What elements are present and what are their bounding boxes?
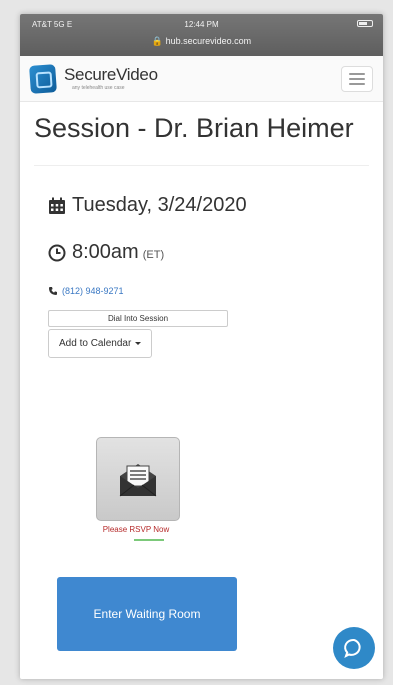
chat-icon [344,638,361,658]
battery-icon [357,20,373,27]
time-text: 8:00am [72,241,139,263]
rsvp-block: Please RSVP Now [76,437,180,541]
menu-button[interactable] [341,66,373,92]
envelope-icon [119,464,157,497]
brand-name[interactable]: SecureVideo [64,65,158,85]
navbar: SecureVideo any telehealth use case [20,56,383,102]
rsvp-label[interactable]: Please RSVP Now [86,525,186,534]
main-content: Session - Dr. Brian Heimer Tuesday, 3/24… [20,112,383,358]
page-title: Session - Dr. Brian Heimer [34,112,369,166]
session-date: Tuesday, 3/24/2020 [48,194,369,217]
caret-down-icon [135,342,142,345]
lock-icon: 🔒 [151,36,164,46]
clock-icon [48,244,66,261]
phone-number-row: (812) 948-9271 [48,286,369,296]
chat-button[interactable] [333,627,375,669]
phone-link[interactable]: (812) 948-9271 [62,286,124,296]
calendar-icon [49,197,65,214]
session-time: 8:00am (ET) [48,241,369,264]
add-to-calendar-button[interactable]: Add to Calendar [48,329,153,358]
status-bar: AT&T 5G E 12:44 PM 🔒 hub.securevideo.com [20,14,383,56]
menu-icon [349,73,365,75]
url-text: hub.securevideo.com [165,36,252,46]
dial-into-session-button[interactable]: Dial Into Session [48,310,228,327]
enter-waiting-room-button[interactable]: Enter Waiting Room [57,577,237,651]
clock-label: 12:44 PM [184,20,219,29]
phone-screen: AT&T 5G E 12:44 PM 🔒 hub.securevideo.com… [20,14,383,679]
phone-icon [49,287,57,295]
date-text: Tuesday, 3/24/2020 [72,194,247,216]
brand-tagline: any telehealth use case [72,85,125,91]
timezone-text: (ET) [142,248,165,261]
add-to-calendar-label: Add to Calendar [59,338,132,349]
address-bar[interactable]: 🔒 hub.securevideo.com [20,36,383,47]
logo-icon[interactable] [29,64,57,94]
rsvp-underline [134,539,164,541]
rsvp-button[interactable] [96,437,180,521]
